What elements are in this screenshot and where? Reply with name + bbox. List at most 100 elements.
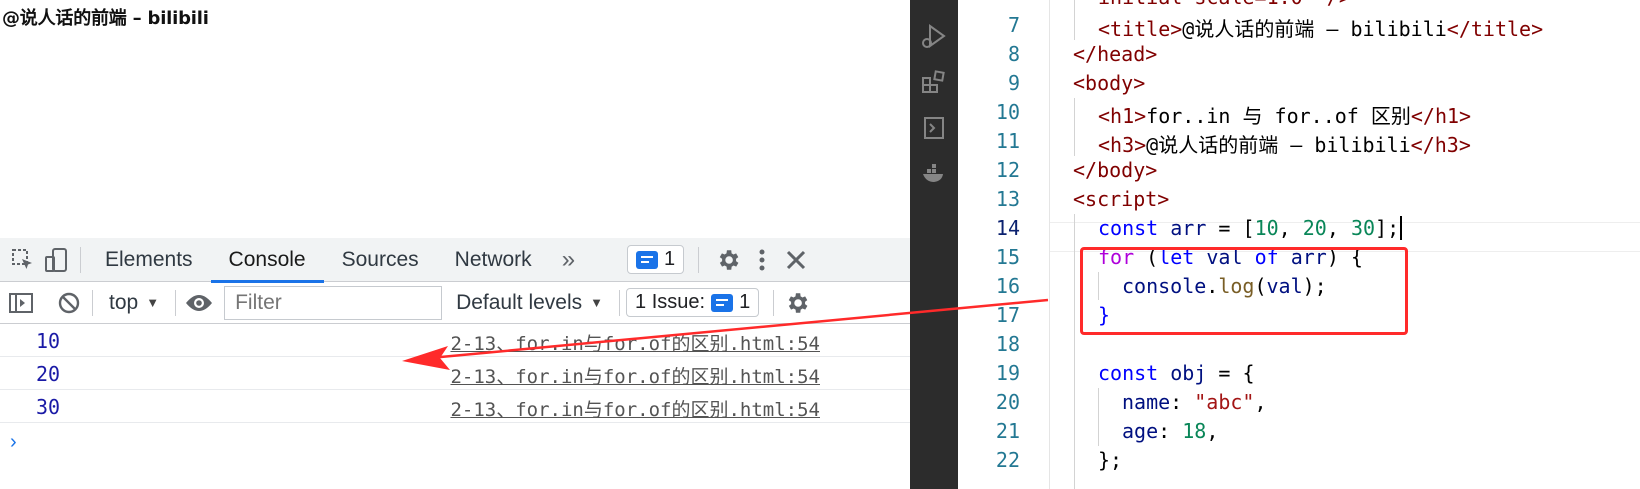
messages-count: 1 xyxy=(664,248,676,270)
devtools-tab-bar: Elements Console Sources Network » 1 xyxy=(0,238,910,283)
code-token: age xyxy=(1122,419,1159,443)
console-prompt-icon: › xyxy=(10,431,17,453)
code-token: </h1> xyxy=(1410,104,1472,128)
code-token: const xyxy=(1098,216,1159,240)
log-levels-value: Default levels xyxy=(456,290,583,314)
line-number: 12 xyxy=(995,158,1020,182)
log-value: 10 xyxy=(36,329,61,353)
message-icon xyxy=(636,250,659,269)
console-prompt-row[interactable]: › xyxy=(0,423,910,456)
text-cursor xyxy=(1400,216,1403,240)
code-token: }; xyxy=(1098,448,1123,472)
settings-gear-icon[interactable] xyxy=(711,243,745,277)
log-levels-select[interactable]: Default levels ▼ xyxy=(446,291,613,315)
separator xyxy=(175,289,177,316)
code-line: </head> xyxy=(1073,42,1157,66)
log-source-link[interactable]: 2-13、for.in与for.of的区别.html:54 xyxy=(450,395,820,422)
line-number: 17 xyxy=(995,303,1020,327)
dropdown-caret-icon: ▼ xyxy=(146,295,160,310)
code-token: 18 xyxy=(1182,419,1207,443)
code-token: , xyxy=(1206,419,1219,443)
extensions-icon[interactable] xyxy=(920,68,948,96)
log-value: 30 xyxy=(36,395,61,419)
code-token: = { xyxy=(1206,361,1255,385)
remote-explorer-icon[interactable] xyxy=(920,114,948,142)
context-select[interactable]: top ▼ xyxy=(99,291,169,315)
page-heading: @说人话的前端 – bilibili xyxy=(2,8,209,29)
kebab-menu-icon[interactable] xyxy=(745,243,779,277)
code-line: <body> xyxy=(1073,71,1145,95)
console-log-row: 10 2-13、for.in与for.of的区别.html:54 xyxy=(0,324,910,357)
indent-guide xyxy=(1074,214,1075,489)
activity-bar xyxy=(910,0,958,489)
issues-button[interactable]: 1 Issue: 1 xyxy=(626,288,760,317)
code-editor[interactable]: 7 8 9 10 11 12 13 14 15 16 17 18 19 20 2… xyxy=(958,0,1640,489)
tab-elements[interactable]: Elements xyxy=(87,238,211,282)
line-number-gutter: 7 8 9 10 11 12 13 14 15 16 17 18 19 20 2… xyxy=(958,0,1048,489)
code-token: </h3> xyxy=(1410,133,1471,157)
browser-viewport: @说人话的前端 – bilibili Elements Console Sour… xyxy=(0,0,910,489)
code-token: <h3> xyxy=(1098,133,1147,157)
line-number: 20 xyxy=(995,390,1020,414)
indent-guide xyxy=(1074,0,1075,40)
code-token: : xyxy=(1158,419,1183,443)
issues-count: 1 xyxy=(739,291,751,313)
issue-icon xyxy=(711,293,734,312)
separator xyxy=(773,289,775,316)
devtools-panel: Elements Console Sources Network » 1 top… xyxy=(0,238,910,489)
code-line: <title>@说人话的前端 – bilibili</title> xyxy=(1098,13,1543,42)
code-token: <script> xyxy=(1073,187,1170,211)
console-filter-input[interactable] xyxy=(224,285,443,320)
code-token: </body> xyxy=(1073,158,1158,182)
code-token: "abc" xyxy=(1194,390,1255,414)
close-icon[interactable] xyxy=(779,243,813,277)
code-token: for..in 与 for..of 区别 xyxy=(1146,104,1411,128)
code-token: name xyxy=(1122,390,1171,414)
console-output: 10 2-13、for.in与for.of的区别.html:54 20 2-13… xyxy=(0,324,910,456)
tab-console[interactable]: Console xyxy=(210,238,324,283)
code-line: <h3>@说人话的前端 – bilibili</h3> xyxy=(1098,129,1471,158)
code-token: obj xyxy=(1170,361,1207,385)
sidebar-toggle-icon[interactable] xyxy=(4,286,38,320)
inspect-element-icon[interactable] xyxy=(6,243,40,277)
log-source-link[interactable]: 2-13、for.in与for.of的区别.html:54 xyxy=(450,362,820,389)
code-line: <h1>for..in 与 for..of 区别</h1> xyxy=(1098,100,1471,129)
separator xyxy=(698,246,700,273)
code-line: name: "abc", xyxy=(1122,390,1267,414)
context-value: top xyxy=(109,290,139,314)
code-line: const obj = { xyxy=(1098,361,1255,385)
indent-guide xyxy=(1098,388,1099,446)
code-token: @说人话的前端 – bilibili xyxy=(1146,133,1411,157)
device-toolbar-icon[interactable] xyxy=(40,243,74,277)
more-tabs-icon[interactable]: » xyxy=(550,246,587,274)
code-token: 30 xyxy=(1350,216,1376,240)
code-token: , xyxy=(1254,390,1267,414)
live-expression-eye-icon[interactable] xyxy=(182,286,216,320)
code-line: }; xyxy=(1098,448,1122,472)
clear-console-icon[interactable] xyxy=(52,286,86,320)
line-number: 11 xyxy=(995,129,1020,153)
line-number: 10 xyxy=(995,100,1020,124)
tab-network[interactable]: Network xyxy=(437,238,550,282)
line-number: 19 xyxy=(995,361,1020,385)
messages-badge[interactable]: 1 xyxy=(627,245,685,274)
code-token: = [ xyxy=(1206,216,1255,240)
console-log-row: 30 2-13、for.in与for.of的区别.html:54 xyxy=(0,390,910,423)
code-line: </body> xyxy=(1073,158,1157,182)
run-debug-icon[interactable] xyxy=(920,22,948,50)
code-token: <title> xyxy=(1098,17,1183,41)
console-settings-gear-icon[interactable] xyxy=(780,286,814,320)
log-source-link[interactable]: 2-13、for.in与for.of的区别.html:54 xyxy=(450,329,820,356)
annotation-highlight-box xyxy=(1080,247,1408,335)
indent-guide xyxy=(1074,98,1075,156)
docker-icon[interactable] xyxy=(920,160,948,188)
code-token: <body> xyxy=(1073,71,1146,95)
code-token: @说人话的前端 – bilibili xyxy=(1182,17,1447,41)
line-number: 15 xyxy=(995,245,1020,269)
line-number: 21 xyxy=(995,419,1020,443)
line-number: 13 xyxy=(995,187,1020,211)
code-token: ]; xyxy=(1375,216,1400,240)
code-token: <h1> xyxy=(1098,104,1147,128)
tab-sources[interactable]: Sources xyxy=(324,238,437,282)
code-token: 20 xyxy=(1302,216,1327,240)
